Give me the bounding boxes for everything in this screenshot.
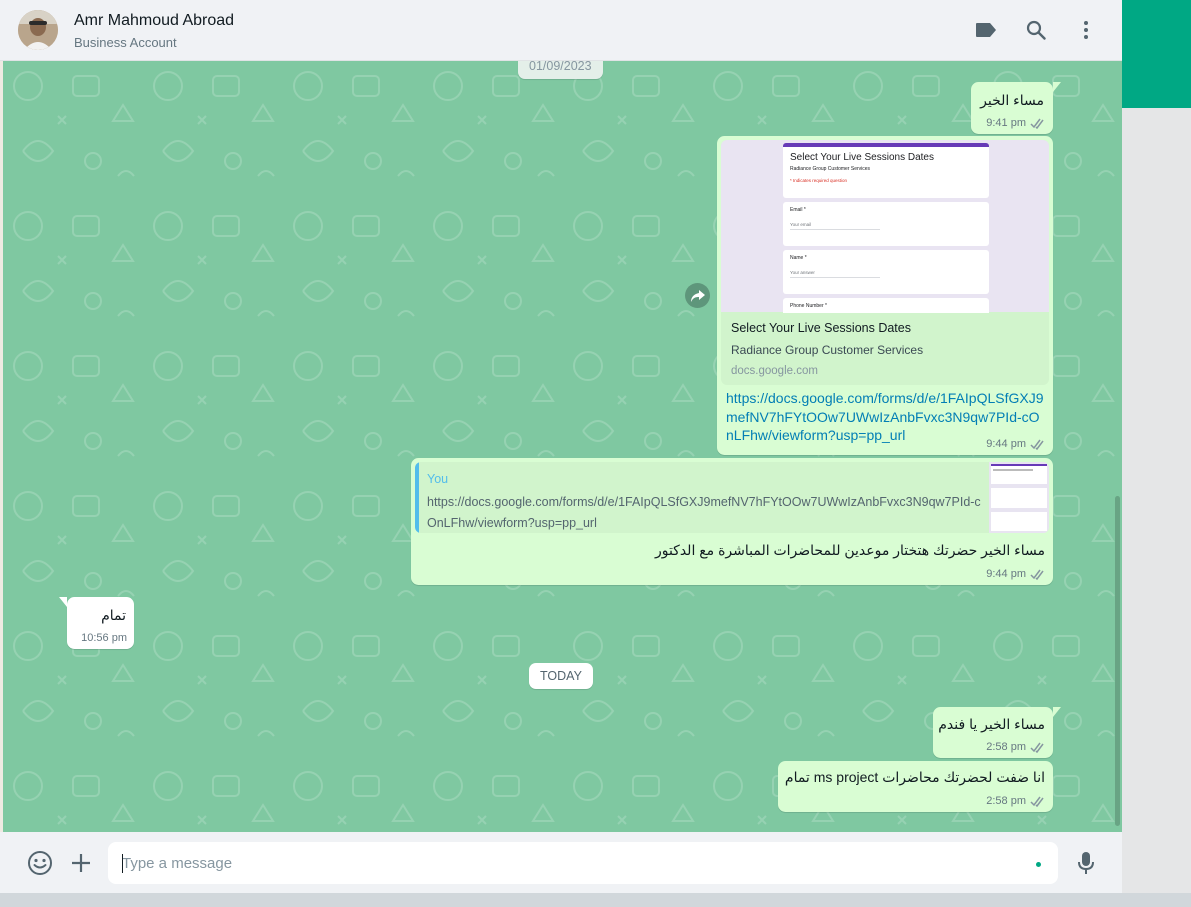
label-icon[interactable] (974, 18, 998, 42)
read-ticks-icon (1030, 439, 1044, 450)
message-text: انا ضفت لحضرتك محاضرات ms project تمام (784, 769, 1045, 785)
forward-icon[interactable] (685, 283, 710, 308)
message-bubble[interactable]: انا ضفت لحضرتك محاضرات ms project تمام 2… (778, 761, 1053, 812)
menu-icon[interactable] (1074, 18, 1098, 42)
read-ticks-icon (1030, 796, 1044, 807)
message-time: 10:56 pm (81, 632, 127, 644)
chat-header[interactable]: Amr Mahmoud Abroad Business Account (0, 0, 1122, 61)
message-composer (0, 832, 1122, 893)
search-icon[interactable] (1024, 18, 1048, 42)
reply-message-bubble[interactable]: You https://docs.google.com/forms/d/e/1F… (411, 458, 1053, 585)
message-text: مساء الخير (980, 92, 1044, 108)
message-meta: 9:41 pm (986, 117, 1046, 129)
chat-scrollbar[interactable] (1115, 496, 1120, 826)
message-bubble[interactable]: مساء الخير يا فندم 2:58 pm (933, 707, 1061, 758)
chat-window: Amr Mahmoud Abroad Business Account 01/0… (0, 0, 1122, 893)
contact-subtitle: Business Account (74, 35, 177, 50)
read-ticks-icon (1030, 569, 1044, 580)
link-preview-domain: docs.google.com (731, 365, 818, 377)
contact-name[interactable]: Amr Mahmoud Abroad (74, 12, 234, 30)
side-panel-background (1122, 108, 1191, 907)
quote-thumbnail (989, 462, 1049, 533)
message-text: مساء الخير حضرتك هتختار موعدين للمحاضرات… (654, 542, 1045, 558)
message-bubble[interactable]: مساء الخير 9:41 pm (971, 82, 1061, 134)
text-caret (122, 854, 123, 873)
google-form-preview: Select Your Live Sessions Dates Radiance… (783, 143, 989, 313)
avatar[interactable] (18, 10, 58, 50)
message-input[interactable] (108, 842, 1058, 884)
message-list[interactable]: 01/09/2023 مساء الخير 9:41 pm Select You… (3, 61, 1122, 832)
date-divider-today: TODAY (529, 663, 593, 689)
link-preview-title: Select Your Live Sessions Dates (731, 321, 911, 335)
message-link[interactable]: https://docs.google.com/forms/d/e/1FAIpQ… (726, 389, 1046, 445)
message-meta: 2:58 pm (986, 741, 1046, 753)
quoted-message[interactable]: You https://docs.google.com/forms/d/e/1F… (415, 462, 1049, 533)
message-meta: 2:58 pm (986, 795, 1046, 807)
side-panel-accent (1122, 0, 1191, 108)
input-status-dot (1036, 862, 1041, 867)
message-meta: 10:56 pm (81, 632, 127, 644)
incoming-message-bubble[interactable]: تمام 10:56 pm (59, 597, 134, 649)
link-preview-description: Radiance Group Customer Services (731, 343, 924, 357)
message-text: تمام (101, 607, 126, 623)
microphone-icon[interactable] (1073, 850, 1099, 876)
quote-accent-bar (415, 462, 419, 533)
message-time: 9:41 pm (986, 117, 1026, 129)
quote-author: You (427, 472, 449, 486)
date-divider: 01/09/2023 (518, 61, 603, 79)
quote-text: https://docs.google.com/forms/d/e/1FAIpQ… (427, 495, 981, 530)
message-time: 2:58 pm (986, 795, 1026, 807)
read-ticks-icon (1030, 118, 1044, 129)
attach-plus-icon[interactable] (68, 850, 94, 876)
emoji-icon[interactable] (27, 850, 53, 876)
message-meta: 9:44 pm (986, 438, 1046, 450)
window-bottom-strip (0, 893, 1191, 907)
link-message-bubble[interactable]: Select Your Live Sessions Dates Radiance… (717, 136, 1053, 455)
read-ticks-icon (1030, 742, 1044, 753)
message-time: 2:58 pm (986, 741, 1026, 753)
link-preview-card[interactable]: Select Your Live Sessions Dates Radiance… (721, 140, 1049, 385)
link-preview-thumbnail: Select Your Live Sessions Dates Radiance… (721, 140, 1049, 313)
message-time: 9:44 pm (986, 438, 1026, 450)
message-time: 9:44 pm (986, 568, 1026, 580)
message-meta: 9:44 pm (986, 568, 1046, 580)
message-text: مساء الخير يا فندم (938, 716, 1045, 732)
